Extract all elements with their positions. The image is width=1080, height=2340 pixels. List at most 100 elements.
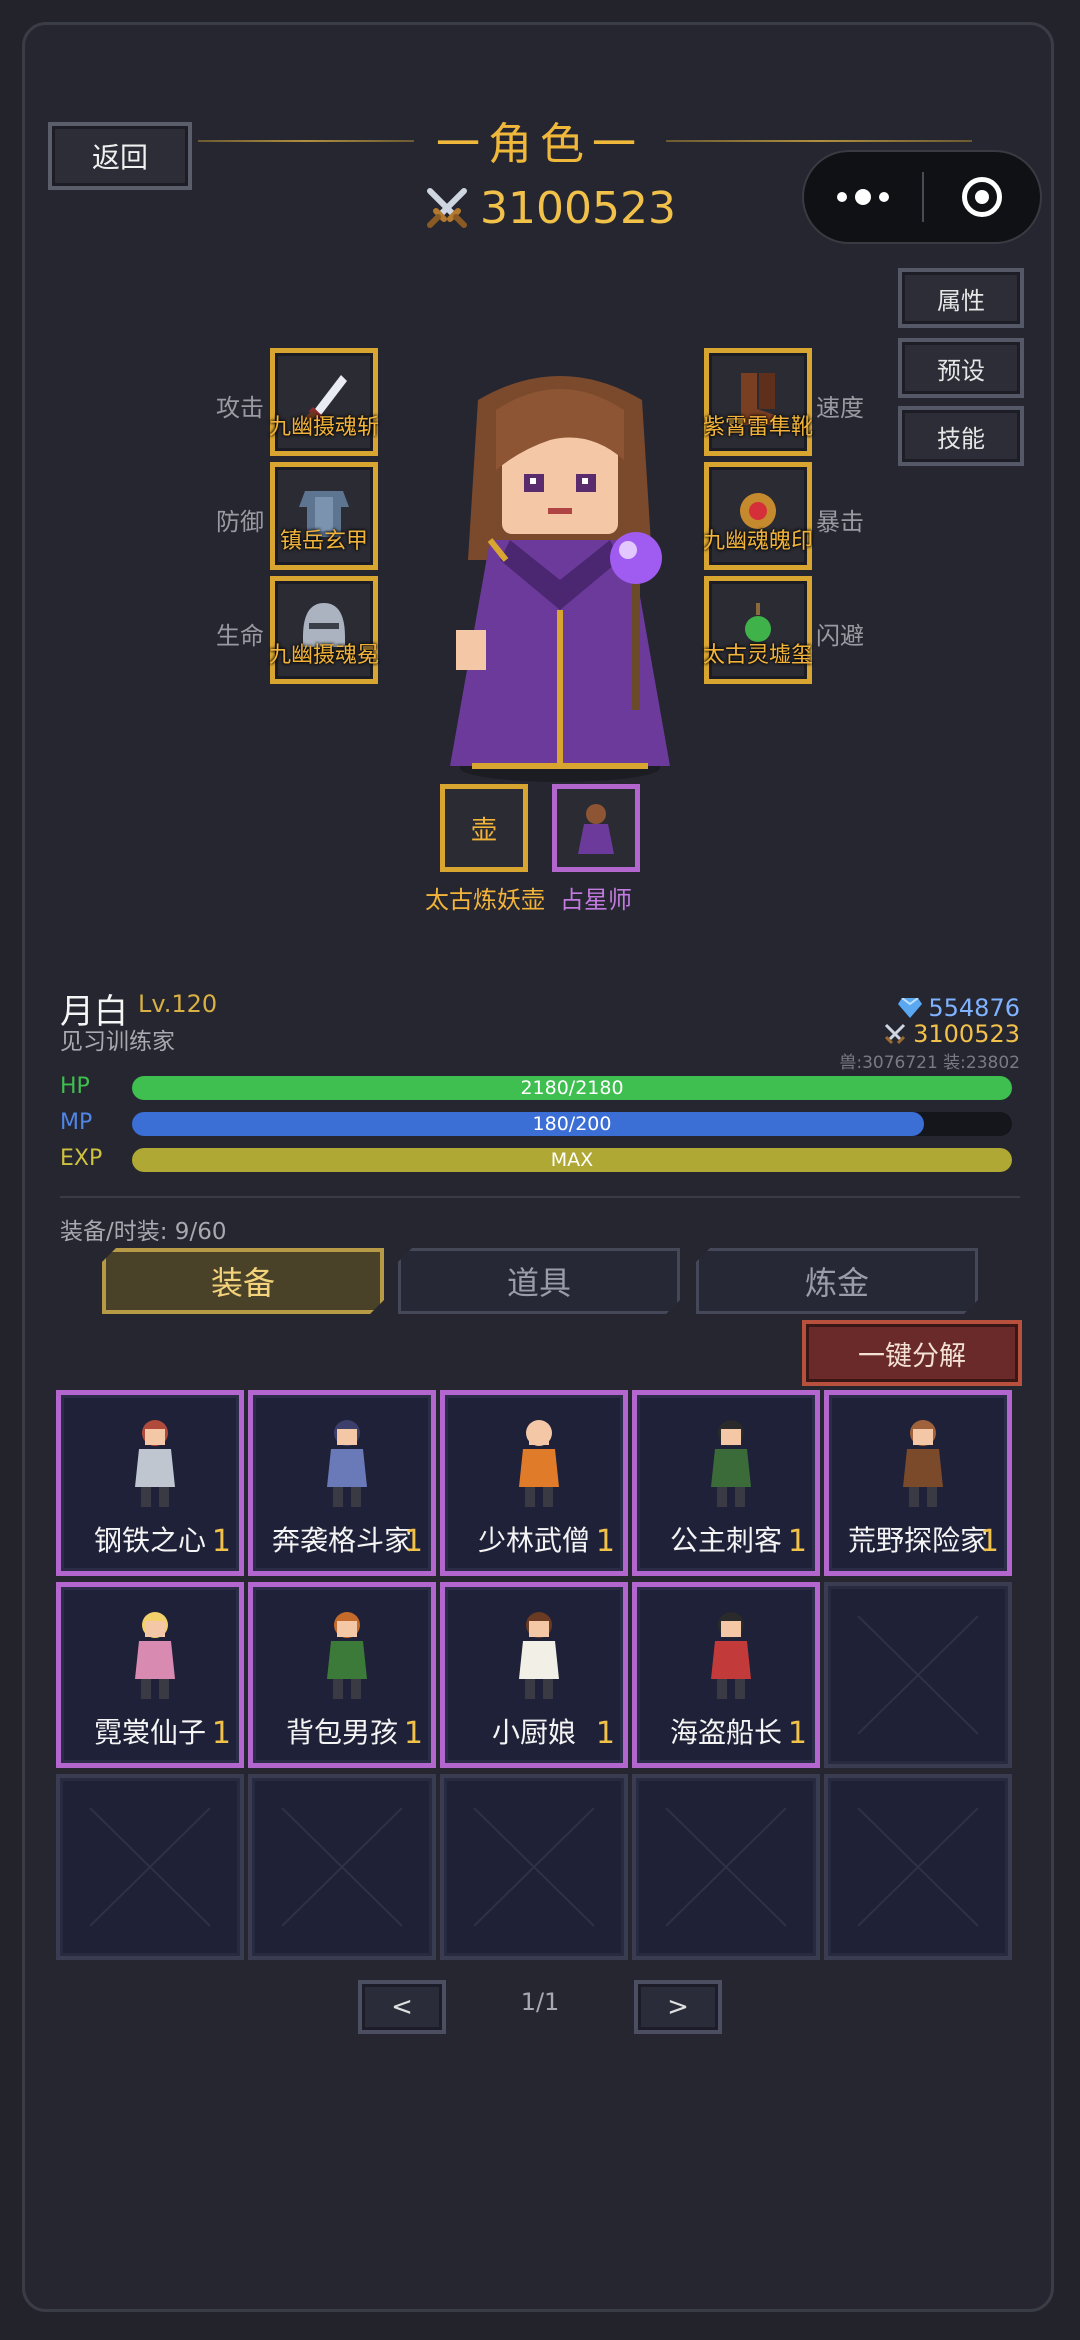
inventory-slot-empty[interactable] <box>632 1774 820 1960</box>
equip-name-seal: 九幽魂魄印 <box>702 529 813 554</box>
pot-icon: 壶 <box>470 815 497 846</box>
page-indicator: 1/1 <box>520 1988 560 2016</box>
stat-label-defense: 防御 <box>216 508 264 536</box>
equip-slot-boots[interactable]: 紫霄雷隼靴 <box>703 348 813 456</box>
character-avatar-icon <box>327 1420 367 1507</box>
exp-bar: MAX <box>132 1148 1012 1172</box>
extra-name-class: 占星师 <box>560 886 632 914</box>
character-power: 3100523 <box>883 1020 1020 1048</box>
inventory-slot[interactable]: 小厨娘 1 <box>440 1582 628 1768</box>
character-avatar-icon <box>711 1612 751 1699</box>
item-count: 1 <box>595 1716 615 1751</box>
item-count: 1 <box>787 1716 807 1751</box>
item-count: 1 <box>979 1524 999 1559</box>
inventory-slot-empty[interactable] <box>440 1774 628 1960</box>
empty-slot-icon <box>473 1807 595 1927</box>
item-count: 1 <box>211 1524 231 1559</box>
attributes-button[interactable]: 属性 <box>898 268 1024 328</box>
mp-label: MP <box>60 1110 93 1135</box>
equip-slot-jade[interactable]: 太古灵墟玺 <box>703 576 813 684</box>
equip-slot-seal[interactable]: 九幽魂魄印 <box>703 462 813 570</box>
prev-page-button[interactable]: < <box>358 1980 446 2034</box>
close-program-icon[interactable] <box>924 177 1040 217</box>
skills-button[interactable]: 技能 <box>898 406 1024 466</box>
exp-label: EXP <box>60 1146 103 1171</box>
mp-value: 180/200 <box>532 1113 612 1135</box>
exp-value: MAX <box>550 1149 594 1171</box>
preset-button[interactable]: 预设 <box>898 338 1024 398</box>
back-button[interactable]: 返回 <box>48 122 192 190</box>
character-power-value: 3100523 <box>913 1020 1020 1048</box>
title-divider-right <box>666 140 972 142</box>
inventory-slot-empty[interactable] <box>248 1774 436 1960</box>
inventory-slot-empty[interactable] <box>824 1582 1012 1768</box>
tab-items[interactable]: 道具 <box>398 1248 680 1314</box>
character-rank: 见习训练家 <box>60 1029 175 1055</box>
hp-value: 2180/2180 <box>520 1077 624 1099</box>
stat-label-life: 生命 <box>216 622 264 650</box>
hp-bar: 2180/2180 <box>132 1076 1012 1100</box>
stat-label-speed: 速度 <box>816 394 864 422</box>
gem-balance: 554876 <box>898 994 1020 1022</box>
equip-name-armor: 镇岳玄甲 <box>279 529 368 554</box>
decompose-all-button[interactable]: 一键分解 <box>802 1320 1022 1386</box>
inventory-slot[interactable]: 钢铁之心 1 <box>56 1390 244 1576</box>
empty-slot-icon <box>665 1807 787 1927</box>
extra-slot-pot[interactable]: 壶 <box>440 784 528 872</box>
character-avatar-icon <box>519 1420 559 1507</box>
inventory-slot[interactable]: 少林武僧 1 <box>440 1390 628 1576</box>
combat-power: 3100523 <box>420 180 680 236</box>
inventory-slot[interactable]: 公主刺客 1 <box>632 1390 820 1576</box>
equip-slot-helmet[interactable]: 九幽摄魂冕 <box>269 576 379 684</box>
equip-name-boots: 紫霄雷隼靴 <box>702 415 813 440</box>
item-count: 1 <box>403 1524 423 1559</box>
character-avatar-icon <box>519 1612 559 1699</box>
item-count: 1 <box>787 1524 807 1559</box>
stat-label-dodge: 闪避 <box>816 622 864 650</box>
inventory-slot-empty[interactable] <box>824 1774 1012 1960</box>
equip-name-jade: 太古灵墟玺 <box>702 643 813 668</box>
gem-icon <box>898 998 923 1018</box>
empty-slot-icon <box>281 1807 403 1927</box>
stat-label-crit: 暴击 <box>816 508 864 536</box>
character-avatar-icon <box>711 1420 751 1507</box>
tab-alchemy[interactable]: 炼金 <box>696 1248 978 1314</box>
character-level: Lv.120 <box>138 990 218 1018</box>
extra-slot-class[interactable] <box>552 784 640 872</box>
stat-label-attack: 攻击 <box>216 394 264 422</box>
mp-bar: 180/200 <box>132 1112 1012 1136</box>
hp-label: HP <box>60 1074 90 1099</box>
inventory-slot-empty[interactable] <box>56 1774 244 1960</box>
tab-equipment[interactable]: 装备 <box>102 1248 384 1314</box>
next-page-button[interactable]: > <box>634 1980 722 2034</box>
character-avatar-icon <box>135 1612 175 1699</box>
equip-name-weapon: 九幽摄魂斩 <box>268 415 379 440</box>
equip-name-helmet: 九幽摄魂冕 <box>268 643 379 668</box>
crossed-swords-small-icon <box>885 1023 906 1045</box>
crossed-swords-icon <box>427 188 468 228</box>
empty-slot-icon <box>857 1807 979 1927</box>
inventory-slot[interactable]: 霓裳仙子 1 <box>56 1582 244 1768</box>
equipment-count: 装备/时装: 9/60 <box>60 1219 227 1245</box>
character-sprite <box>450 376 670 782</box>
mini-program-capsule <box>802 150 1042 244</box>
astrologer-icon <box>578 804 614 854</box>
item-count: 1 <box>595 1524 615 1559</box>
section-divider <box>60 1196 1020 1198</box>
inventory-slot[interactable]: 荒野探险家 1 <box>824 1390 1012 1576</box>
inventory-slot[interactable]: 背包男孩 1 <box>248 1582 436 1768</box>
equip-slot-armor[interactable]: 镇岳玄甲 <box>270 462 378 570</box>
item-count: 1 <box>211 1716 231 1751</box>
character-avatar-icon <box>903 1420 943 1507</box>
item-count: 1 <box>403 1716 423 1751</box>
character-avatar-icon <box>327 1612 367 1699</box>
gem-value: 554876 <box>928 994 1020 1022</box>
equip-slot-weapon[interactable]: 九幽摄魂斩 <box>269 348 379 456</box>
empty-slot-icon <box>89 1807 211 1927</box>
title-divider-left <box>198 140 414 142</box>
combat-power-value: 3100523 <box>480 182 676 234</box>
inventory-slot[interactable]: 海盗船长 1 <box>632 1582 820 1768</box>
power-breakdown: 兽:3076721 装:23802 <box>839 1053 1020 1073</box>
more-menu-icon[interactable] <box>804 189 922 205</box>
inventory-slot[interactable]: 奔袭格斗家 1 <box>248 1390 436 1576</box>
